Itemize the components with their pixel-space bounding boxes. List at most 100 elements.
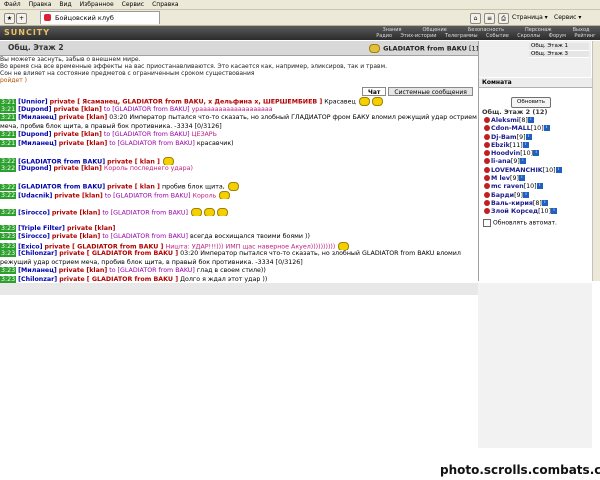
page-menu[interactable]: Страница ▾ bbox=[512, 12, 548, 24]
room-link[interactable]: Общ. Этаж 3 bbox=[529, 50, 589, 58]
info-icon[interactable]: i bbox=[522, 141, 529, 148]
info-icon[interactable]: i bbox=[533, 150, 540, 157]
online-player[interactable]: LOVEMANCHIK[10] i bbox=[484, 166, 590, 175]
chat-nick[interactable]: [GLADIATOR from BAKU] bbox=[18, 184, 105, 191]
player-name[interactable]: Dj-Bam bbox=[491, 134, 517, 141]
chat-nick[interactable]: [Udacnik] bbox=[18, 192, 52, 199]
menu-tools[interactable]: Сервис bbox=[118, 0, 148, 9]
chat-nick[interactable]: [Миланец] bbox=[18, 140, 57, 147]
chat-to[interactable]: to [GLADIATOR from BAKU] bbox=[109, 267, 195, 274]
chat-to[interactable]: to [GLADIATOR from BAKU] bbox=[102, 209, 188, 216]
chat-time[interactable]: 3:23 bbox=[0, 233, 17, 240]
add-favorites-icon[interactable]: + bbox=[16, 13, 27, 24]
chat-nick[interactable]: [Triple Filter] bbox=[18, 225, 65, 232]
online-player[interactable]: Cdon-MALL[10] i bbox=[484, 125, 590, 133]
refresh-button[interactable]: Обновить bbox=[511, 97, 551, 108]
chat-nick[interactable]: [Chilonzar] bbox=[18, 276, 57, 283]
nav-rating[interactable]: Рейтинг bbox=[574, 33, 595, 39]
info-icon[interactable]: i bbox=[518, 175, 525, 182]
info-icon[interactable]: i bbox=[536, 183, 543, 190]
chat-private-target[interactable]: private [ GLADIATOR from BAKU ] bbox=[45, 243, 164, 250]
nav-telegrams[interactable]: Телеграммы bbox=[445, 33, 478, 39]
chat-private-target[interactable]: private [ GLADIATOR from BAKU ] bbox=[59, 276, 178, 283]
chat-time[interactable]: 3:21 bbox=[0, 139, 17, 147]
info-icon[interactable]: i bbox=[519, 158, 526, 165]
menu-view[interactable]: Вид bbox=[55, 0, 75, 9]
chat-nick[interactable]: [Dupond] bbox=[18, 165, 51, 172]
nav-scrolls[interactable]: Скроллы bbox=[517, 33, 540, 39]
player-name[interactable]: Злой Корсед bbox=[491, 208, 538, 215]
online-player[interactable]: Злой Корсед[10] i bbox=[484, 208, 590, 216]
chat-nick[interactable]: [Dupond] bbox=[18, 106, 51, 113]
menu-edit[interactable]: Правка bbox=[25, 0, 56, 9]
info-icon[interactable]: i bbox=[527, 117, 534, 123]
chat-nick[interactable]: [Sirocco] bbox=[18, 233, 50, 240]
player-name[interactable]: Cdon-MALL bbox=[491, 125, 531, 132]
chat-time[interactable]: 3:22 bbox=[0, 158, 17, 165]
chat-time[interactable]: 3:23 bbox=[0, 243, 17, 250]
info-icon[interactable]: i bbox=[551, 208, 558, 215]
auto-update-checkbox[interactable]: Обновлять автомат. bbox=[483, 219, 557, 227]
chat-to[interactable]: to [GLADIATOR from BAKU] bbox=[105, 192, 191, 199]
chat-private-target[interactable]: private [ klan ] bbox=[107, 158, 160, 165]
chat-time[interactable]: 3:22 bbox=[0, 165, 17, 172]
player-name[interactable]: M lev bbox=[491, 175, 510, 182]
nav-events[interactable]: Событие bbox=[486, 33, 509, 39]
tab-chat[interactable]: Чат bbox=[362, 87, 387, 96]
player-name[interactable]: li-ana bbox=[491, 158, 511, 165]
chat-time[interactable]: 3:22 bbox=[0, 209, 17, 216]
tools-menu[interactable]: Сервис ▾ bbox=[554, 12, 581, 24]
chat-to[interactable]: to [GLADIATOR from BAKU] bbox=[104, 131, 190, 138]
nav-stories[interactable]: Этих-истории bbox=[400, 33, 436, 39]
current-player[interactable]: GLADIATOR from BAKU [11] i bbox=[368, 44, 491, 53]
chat-private-target[interactable]: private [klan] bbox=[53, 131, 101, 138]
home-icon[interactable]: ⌂ bbox=[470, 13, 481, 24]
player-name[interactable]: Hoodvin bbox=[491, 150, 520, 157]
player-name[interactable]: Валь-кирия bbox=[491, 200, 533, 207]
chat-to[interactable]: to [GLADIATOR from BAKU] bbox=[102, 233, 188, 240]
menu-file[interactable]: Файл bbox=[0, 0, 25, 9]
chat-time[interactable]: 3:21 bbox=[0, 105, 17, 113]
chat-time[interactable]: 3:23 bbox=[0, 275, 17, 283]
chat-nick[interactable]: [Exico] bbox=[18, 243, 42, 250]
nav-forum[interactable]: Форум bbox=[549, 33, 566, 39]
room-link[interactable]: Общ. Этаж 1 bbox=[529, 43, 589, 51]
online-player[interactable]: Барди[9] i bbox=[484, 191, 590, 200]
info-icon[interactable]: i bbox=[543, 125, 550, 132]
print-icon[interactable]: ⎙ bbox=[498, 13, 509, 24]
page-scrollbar[interactable] bbox=[592, 41, 600, 281]
chat-nick[interactable]: [Миланец] bbox=[18, 114, 57, 121]
chat-time[interactable]: 3:22 bbox=[0, 183, 17, 191]
info-icon[interactable]: i bbox=[522, 191, 529, 198]
chat-private-target[interactable]: private [ Ясаманец, GLADIATOR from BAKU,… bbox=[50, 99, 323, 106]
chat-time[interactable]: 3:23 bbox=[0, 267, 17, 274]
chat-time[interactable]: 3:23 bbox=[0, 224, 17, 232]
feeds-icon[interactable]: ≡ bbox=[484, 13, 495, 24]
tab-system-messages[interactable]: Системные сообщения bbox=[388, 87, 473, 96]
chat-private-target[interactable]: private [klan] bbox=[52, 209, 100, 216]
chat-private-target[interactable]: private [klan] bbox=[54, 192, 102, 199]
online-player[interactable]: mc raven[10] i bbox=[484, 183, 590, 191]
chat-to[interactable]: to [GLADIATOR from BAKU] bbox=[109, 140, 195, 147]
chat-private-target[interactable]: private [klan] bbox=[67, 225, 115, 232]
favorites-star-icon[interactable]: ★ bbox=[4, 13, 15, 24]
chat-private-target[interactable]: private [klan] bbox=[53, 106, 101, 113]
chat-private-target[interactable]: private [klan] bbox=[53, 165, 101, 172]
chat-nick[interactable]: [GLADIATOR from BAKU] bbox=[18, 158, 105, 165]
chat-private-target[interactable]: private [klan] bbox=[59, 140, 107, 147]
chat-time[interactable]: 3:22 bbox=[0, 192, 17, 199]
chat-nick[interactable]: [Unnior] bbox=[18, 99, 47, 106]
player-name[interactable]: Ebzik bbox=[491, 142, 510, 149]
chat-private-target[interactable]: private [ GLADIATOR from BAKU ] bbox=[59, 250, 178, 257]
chat-nick[interactable]: [Sirocco] bbox=[18, 209, 50, 216]
chat-private-target[interactable]: private [klan] bbox=[59, 267, 107, 274]
chat-private-target[interactable]: private [ klan ] bbox=[107, 184, 160, 191]
chat-time[interactable]: 3:21 bbox=[0, 98, 17, 106]
menu-help[interactable]: Справка bbox=[148, 0, 182, 9]
chat-nick[interactable]: [Chilonzar] bbox=[18, 250, 57, 257]
online-player[interactable]: Ebzik[11] i bbox=[484, 141, 590, 150]
chat-private-target[interactable]: private [klan] bbox=[59, 114, 107, 121]
chat-to[interactable]: to [GLADIATOR from BAKU] bbox=[104, 106, 190, 113]
online-player[interactable]: li-ana[9] i bbox=[484, 158, 590, 166]
player-name[interactable]: Aleksmi bbox=[491, 117, 519, 124]
